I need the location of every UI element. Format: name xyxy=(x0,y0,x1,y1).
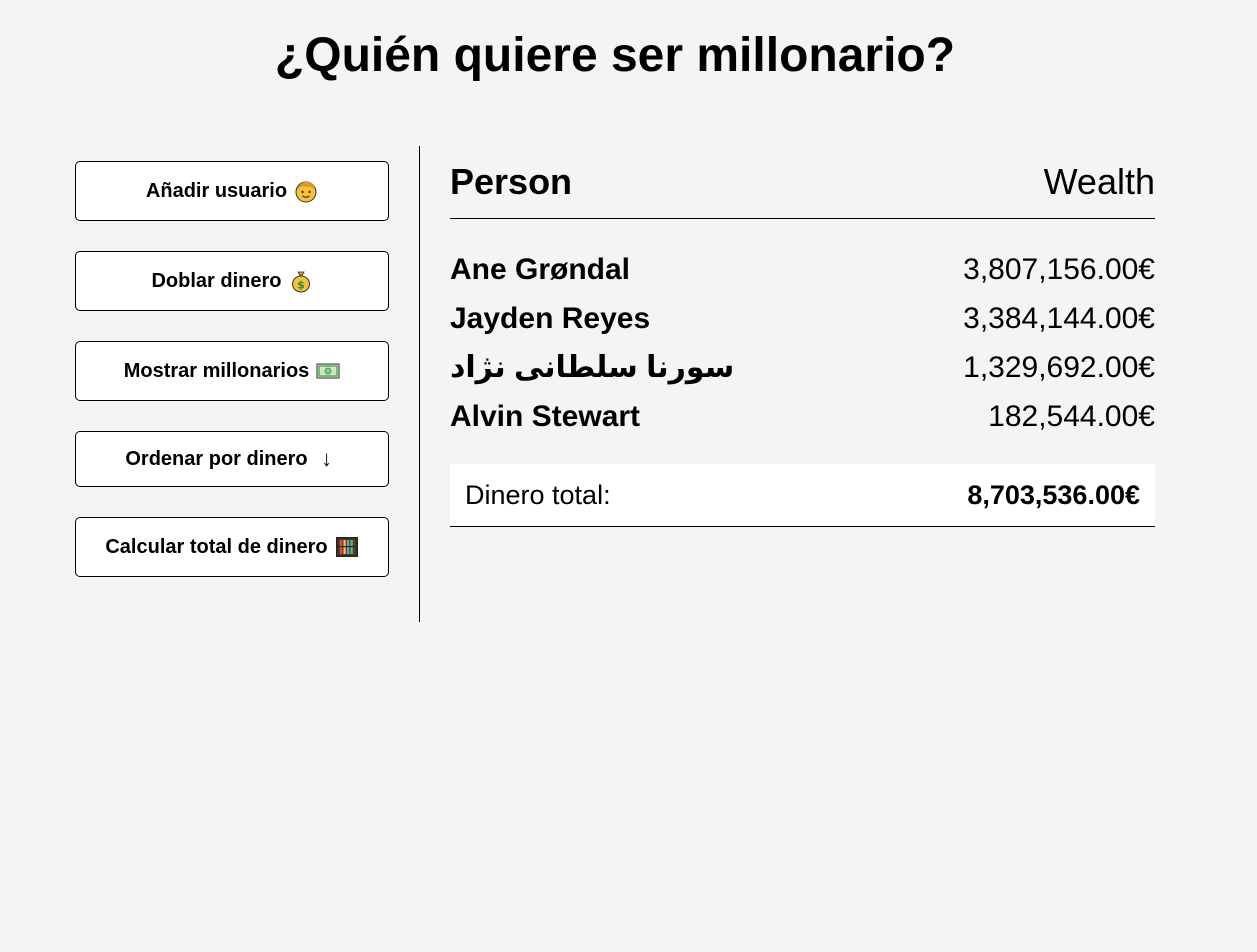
person-wealth: 3,807,156.00€ xyxy=(963,252,1155,286)
table-body: Ane Grøndal 3,807,156.00€ Jayden Reyes 3… xyxy=(450,245,1155,441)
add-user-button[interactable]: Añadir usuario xyxy=(75,161,389,221)
person-wealth: 1,329,692.00€ xyxy=(963,350,1155,384)
calculate-total-label: Calcular total de dinero xyxy=(105,535,328,558)
person-wealth: 182,544.00€ xyxy=(988,399,1155,433)
abacus-icon xyxy=(335,535,359,559)
svg-text:$: $ xyxy=(297,279,305,292)
person-name: Jayden Reyes xyxy=(450,301,651,335)
table-row: Jayden Reyes 3,384,144.00€ xyxy=(450,294,1155,343)
person-name: Ane Grøndal xyxy=(450,252,631,286)
total-value: 8,703,536.00€ xyxy=(967,479,1140,510)
down-arrow-icon: ↓ xyxy=(321,446,333,471)
person-wealth: 3,384,144.00€ xyxy=(963,301,1155,335)
banknote-icon xyxy=(316,359,340,383)
person-name: سورنا سلطانی نژاد xyxy=(450,351,735,384)
app-page: ¿Quién quiere ser millonario? Añadir usu… xyxy=(0,0,1257,952)
wealth-header: Wealth xyxy=(1043,161,1155,202)
table-row: Alvin Stewart 182,544.00€ xyxy=(450,392,1155,441)
wealth-table: Person Wealth Ane Grøndal 3,807,156.00€ … xyxy=(450,146,1155,527)
total-label: Dinero total: xyxy=(465,479,611,510)
vertical-divider xyxy=(419,146,420,622)
show-millionaires-label: Mostrar millonarios xyxy=(123,359,310,382)
sort-by-money-button[interactable]: Ordenar por dinero ↓ xyxy=(75,431,389,487)
boy-face-icon xyxy=(294,179,318,203)
person-name: Alvin Stewart xyxy=(450,399,641,433)
add-user-label: Añadir usuario xyxy=(145,179,288,202)
sidebar: Añadir usuario Doblar dinero $ Mostrar m… xyxy=(75,161,389,607)
money-bag-icon: $ xyxy=(289,269,313,293)
page-title: ¿Quién quiere ser millonario? xyxy=(274,29,956,82)
show-millionaires-button[interactable]: Mostrar millonarios xyxy=(75,341,389,401)
calculate-total-button[interactable]: Calcular total de dinero xyxy=(75,517,389,577)
table-row: سورنا سلطانی نژاد 1,329,692.00€ xyxy=(450,343,1155,392)
person-header: Person xyxy=(450,161,573,202)
sort-by-money-label: Ordenar por dinero xyxy=(125,447,308,470)
table-header: Person Wealth xyxy=(450,146,1155,219)
double-money-button[interactable]: Doblar dinero $ xyxy=(75,251,389,311)
table-row: Ane Grøndal 3,807,156.00€ xyxy=(450,245,1155,294)
double-money-label: Doblar dinero xyxy=(151,269,282,292)
total-wealth-row: Dinero total: 8,703,536.00€ xyxy=(450,464,1155,527)
